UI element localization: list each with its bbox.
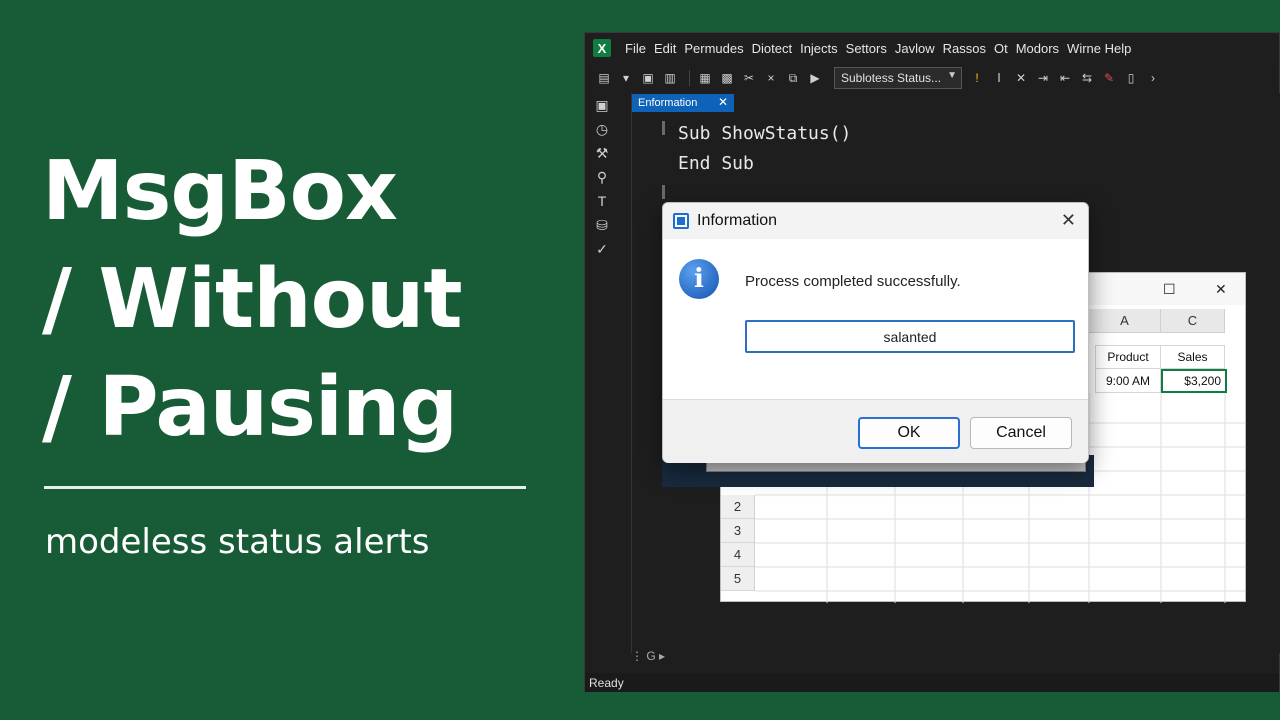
insert-module-icon[interactable]: ▤ [595,71,613,85]
tools-icon[interactable]: ⚒ [585,141,619,165]
break-icon[interactable]: Ⅰ [990,71,1008,85]
menu-ot[interactable]: Ot [994,41,1008,56]
menu-permudes[interactable]: Permudes [684,41,743,56]
expand-icon[interactable]: › [1144,71,1162,85]
menu-help[interactable]: Wirne Help [1067,41,1131,56]
tab-label: Enformation [638,97,698,109]
close-small-icon[interactable]: × [762,71,780,85]
run-icon[interactable]: ▶ [806,71,824,85]
watch-icon[interactable]: ✓ [585,237,619,261]
immediate-label: G [646,649,656,663]
window-icon[interactable]: ▣ [639,71,657,85]
toolbar: ▤ ▾ ▣ ▥ ▦ ▩ ✂ × ⧉ ▶ Sublotess Status... … [585,63,1279,93]
status-text: Ready [589,675,624,690]
menu-edit[interactable]: Edit [654,41,676,56]
dropdown-arrow-icon[interactable]: ▾ [617,71,635,85]
maximize-icon[interactable]: ☐ [1163,281,1176,298]
tab-information[interactable]: Enformation ✕ [632,94,734,112]
warning-icon[interactable]: ! [968,71,986,85]
cell-sales-header[interactable]: Sales [1161,345,1225,369]
column-header-a[interactable]: A [1089,309,1161,333]
status-bar: Ready [585,673,1279,692]
project-explorer-icon[interactable]: ▣ [585,93,619,117]
properties-icon[interactable]: ▯ [1122,71,1140,85]
menu-diotect[interactable]: Diotect [752,41,792,56]
text-icon[interactable]: T [585,189,619,213]
document-icon[interactable]: ▥ [661,71,679,85]
headline-line-1: MsgBox [42,144,398,239]
debug-icon[interactable]: ⚲ [585,165,619,189]
headline: MsgBox / Without / Pausing [42,138,463,462]
cell-sales-value[interactable]: $3,200 [1161,369,1227,393]
dialog-title: Information [697,212,778,229]
code-gutter-marker [662,121,665,135]
menu-settors[interactable]: Settors [846,41,887,56]
menu-javlow[interactable]: Javlow [895,41,935,56]
toggle-icon[interactable]: ⇆ [1078,71,1096,85]
outdent-icon[interactable]: ⇤ [1056,71,1074,85]
userform-icon[interactable]: ▦ [696,71,714,85]
procedure-combo-value: Sublotess Status... [841,71,942,85]
code-line-2: End Sub [678,153,754,174]
dialog-title-bar[interactable]: Information ✕ [663,203,1088,239]
column-header-c[interactable]: C [1161,309,1225,333]
row-header-4[interactable]: 4 [721,543,755,567]
ok-button[interactable]: OK [858,417,960,449]
excel-logo-icon: X [593,39,611,57]
cell-product-header[interactable]: Product [1095,345,1161,369]
procedure-combo[interactable]: Sublotess Status... ▼ [834,67,962,89]
cancel-button[interactable]: Cancel [970,417,1072,449]
reset-icon[interactable]: ✕ [1012,71,1030,85]
close-icon[interactable]: ✕ [1061,210,1076,231]
project-sidebar: ▣ ◷ ⚒ ⚲ T ⛁ ✓ [585,93,619,673]
toolbox-icon[interactable]: ⛁ [585,213,619,237]
row-header-3[interactable]: 3 [721,519,755,543]
menu-rassos[interactable]: Rassos [943,41,986,56]
cell-time[interactable]: 9:00 AM [1095,369,1161,393]
immediate-bar: ⋮ G ▸ [631,649,666,663]
msgbox-dialog: Information ✕ i Process completed succes… [662,202,1089,463]
headline-line-2: / Without [42,252,463,347]
headline-line-3: / Pausing [42,360,458,455]
app-window-icon [673,213,689,229]
code-line-1: Sub ShowStatus() [678,123,852,144]
menu-bar: X File Edit Permudes Diotect Injects Set… [585,33,1279,63]
toolbar-separator [689,70,690,86]
menu-injects[interactable]: Injects [800,41,838,56]
dialog-input[interactable]: salanted [745,320,1075,353]
design-icon[interactable]: ✎ [1100,71,1118,85]
code-block[interactable]: Sub ShowStatus() End Sub [678,119,851,179]
grid-icon[interactable]: ▩ [718,71,736,85]
copy-icon[interactable]: ⧉ [784,71,802,86]
dialog-message: Process completed successfully. [745,273,961,290]
subtitle: modeless status alerts [45,522,430,562]
menu-modors[interactable]: Modors [1016,41,1059,56]
chevron-down-icon: ▼ [947,70,957,81]
info-icon: i [679,259,719,299]
row-header-2[interactable]: 2 [721,495,755,519]
menu-file[interactable]: File [625,41,646,56]
close-icon[interactable]: ✕ [718,95,728,109]
row-header-5[interactable]: 5 [721,567,755,591]
close-icon[interactable]: ✕ [1215,281,1227,298]
dialog-footer: OK Cancel [663,399,1088,463]
clock-icon[interactable]: ◷ [585,117,619,141]
cut-icon[interactable]: ✂ [740,71,758,85]
divider [44,486,526,489]
indent-icon[interactable]: ⇥ [1034,71,1052,85]
code-gutter-marker [662,185,665,199]
